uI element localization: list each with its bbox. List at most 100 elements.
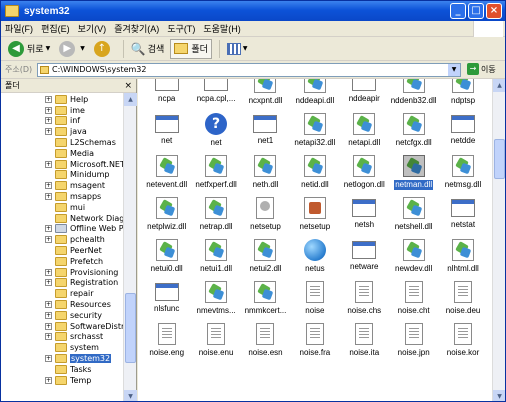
file-item[interactable]: newdev.dll: [389, 239, 438, 281]
tree-item[interactable]: + Provisioning: [1, 267, 123, 278]
file-item[interactable]: netshell.dll: [389, 197, 438, 239]
expand-icon[interactable]: +: [45, 322, 52, 330]
expand-icon[interactable]: +: [45, 106, 52, 114]
forward-button[interactable]: ▶ ▼: [56, 39, 88, 59]
menu-view[interactable]: 보기(V): [78, 22, 107, 35]
file-item[interactable]: noise.chs: [340, 281, 389, 323]
title-bar[interactable]: system32 _ □ ×: [1, 1, 505, 21]
file-item[interactable]: netware: [340, 239, 389, 281]
file-item[interactable]: nddeapir: [340, 79, 389, 113]
file-item[interactable]: netevent.dll: [142, 155, 191, 197]
folders-button[interactable]: 폴더: [170, 38, 212, 59]
tree-item[interactable]: + SoftwareDistrib: [1, 321, 123, 332]
tree-item[interactable]: + pchealth: [1, 234, 123, 245]
expand-icon[interactable]: +: [45, 333, 52, 341]
expand-icon[interactable]: +: [45, 279, 52, 287]
file-item[interactable]: nlhtml.dll: [438, 239, 487, 281]
scroll-down-icon[interactable]: ▼: [124, 390, 137, 401]
menu-file[interactable]: 파일(F): [5, 22, 33, 35]
expand-icon[interactable]: +: [45, 355, 52, 363]
file-item[interactable]: noise.esn: [241, 323, 290, 365]
menu-help[interactable]: 도움말(H): [203, 22, 240, 35]
tree-item[interactable]: + java: [1, 126, 123, 137]
file-item[interactable]: noise.cht: [389, 281, 438, 323]
file-item[interactable]: ncpa.cpl,...: [191, 79, 240, 113]
tree-item[interactable]: mui: [1, 202, 123, 213]
expand-icon[interactable]: +: [45, 95, 52, 103]
maximize-button[interactable]: □: [468, 3, 484, 19]
expand-icon[interactable]: +: [45, 117, 52, 125]
file-item[interactable]: netui0.dll: [142, 239, 191, 281]
tree-item[interactable]: + Microsoft.NET: [1, 159, 123, 170]
file-item[interactable]: ? net: [191, 113, 240, 155]
expand-icon[interactable]: +: [45, 236, 52, 244]
tree-item[interactable]: L2Schemas: [1, 137, 123, 148]
file-item[interactable]: net: [142, 113, 191, 155]
up-button[interactable]: ↑: [91, 39, 116, 59]
file-item[interactable]: netrap.dll: [191, 197, 240, 239]
expand-icon[interactable]: +: [45, 301, 52, 309]
file-item[interactable]: netcfgx.dll: [389, 113, 438, 155]
file-item[interactable]: noise: [290, 281, 339, 323]
file-item[interactable]: noise.eng: [142, 323, 191, 365]
file-item[interactable]: netui2.dll: [241, 239, 290, 281]
file-item[interactable]: noise.kor: [438, 323, 487, 365]
tree-item[interactable]: + Temp: [1, 375, 123, 386]
menu-favorites[interactable]: 즐겨찾기(A): [114, 22, 159, 35]
tree-item[interactable]: + Help: [1, 94, 123, 105]
tree-item[interactable]: + Offline Web Pa: [1, 224, 123, 235]
file-item[interactable]: netplwiz.dll: [142, 197, 191, 239]
tree-item[interactable]: Network Diagn: [1, 213, 123, 224]
tree-item[interactable]: + msagent: [1, 180, 123, 191]
file-item[interactable]: netman.dll: [389, 155, 438, 197]
file-item[interactable]: netstat: [438, 197, 487, 239]
tree-item[interactable]: + srchasst: [1, 332, 123, 343]
scroll-up-icon[interactable]: ▲: [124, 93, 137, 106]
expand-icon[interactable]: +: [45, 182, 52, 190]
back-button[interactable]: ◀ 뒤로 ▼: [5, 39, 53, 59]
file-item[interactable]: netapi.dll: [340, 113, 389, 155]
scroll-up-icon[interactable]: ▲: [493, 79, 505, 92]
file-item[interactable]: noise.deu: [438, 281, 487, 323]
file-item[interactable]: noise.fra: [290, 323, 339, 365]
scrollbar-thumb[interactable]: [125, 293, 136, 363]
file-item[interactable]: netmsg.dll: [438, 155, 487, 197]
tree-item[interactable]: + inf: [1, 116, 123, 127]
tree-item[interactable]: Minidump: [1, 170, 123, 181]
file-item[interactable]: net1: [241, 113, 290, 155]
file-item[interactable]: netid.dll: [290, 155, 339, 197]
file-item[interactable]: neth.dll: [241, 155, 290, 197]
close-icon[interactable]: ×: [124, 79, 132, 93]
tree-item[interactable]: + Resources: [1, 299, 123, 310]
expand-icon[interactable]: +: [45, 193, 52, 201]
file-item[interactable]: netsh: [340, 197, 389, 239]
tree-item[interactable]: + system32: [1, 353, 123, 364]
tree-item[interactable]: Media: [1, 148, 123, 159]
tree-item[interactable]: + ime: [1, 105, 123, 116]
go-button[interactable]: → 이동: [467, 63, 496, 75]
file-item[interactable]: nmmkcert...: [241, 281, 290, 323]
chevron-down-icon[interactable]: ▼: [448, 64, 460, 76]
tree-item[interactable]: + security: [1, 310, 123, 321]
address-input[interactable]: C:\WINDOWS\system32 ▼: [37, 63, 461, 77]
tree-item[interactable]: Prefetch: [1, 256, 123, 267]
expand-icon[interactable]: +: [45, 160, 52, 168]
menu-edit[interactable]: 편집(E): [41, 22, 70, 35]
tree-item[interactable]: + msapps: [1, 191, 123, 202]
file-item[interactable]: nddeapi.dll: [290, 79, 339, 113]
file-item[interactable]: netlogon.dll: [340, 155, 389, 197]
file-item[interactable]: netfxperf.dll: [191, 155, 240, 197]
tree-item[interactable]: PeerNet: [1, 245, 123, 256]
file-item[interactable]: ndptsp: [438, 79, 487, 113]
expand-icon[interactable]: +: [45, 376, 52, 384]
file-list-scrollbar[interactable]: ▲ ▼: [492, 79, 505, 401]
folder-tree-scrollbar[interactable]: ▲ ▼: [123, 93, 137, 401]
file-item[interactable]: nmevtms...: [191, 281, 240, 323]
expand-icon[interactable]: +: [45, 128, 52, 136]
menu-tools[interactable]: 도구(T): [167, 22, 195, 35]
tree-item[interactable]: repair: [1, 288, 123, 299]
file-item[interactable]: nlsfunc: [142, 281, 191, 323]
file-item[interactable]: netapi32.dll: [290, 113, 339, 155]
file-item[interactable]: nddenb32.dll: [389, 79, 438, 113]
file-item[interactable]: noise.ita: [340, 323, 389, 365]
